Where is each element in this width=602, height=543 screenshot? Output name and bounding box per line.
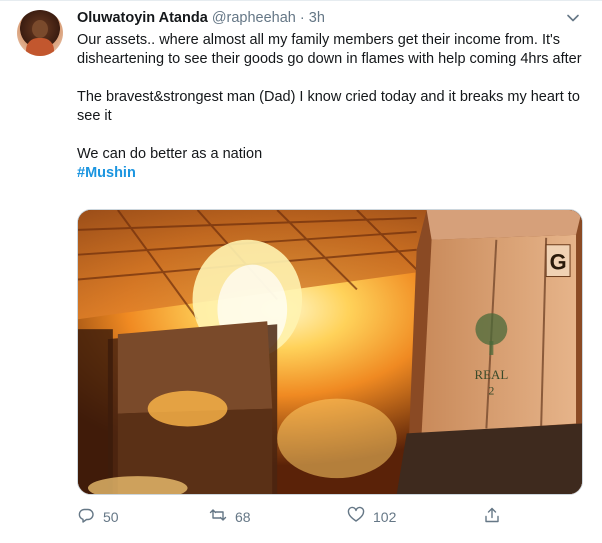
tweet-actions: 50 68 102: [77, 506, 587, 528]
tweet-paragraph-1: Our assets.. where almost all my family …: [77, 32, 582, 67]
avatar[interactable]: [17, 10, 63, 56]
reply-button[interactable]: 50: [77, 506, 119, 527]
tweet-media-photo[interactable]: G REAL 2: [77, 209, 583, 495]
chevron-down-icon[interactable]: [564, 9, 582, 27]
tweet-header: Oluwatoyin Atanda @rapheehah · 3h: [77, 10, 325, 26]
retweet-icon: [209, 506, 227, 527]
box-letter: G: [550, 250, 567, 275]
reply-count: 50: [103, 508, 119, 525]
like-count: 102: [373, 508, 397, 525]
tweet-paragraph-3: We can do better as a nation: [77, 146, 263, 162]
tweet-paragraph-2: The bravest&strongest man (Dad) I know c…: [77, 89, 580, 124]
hashtag-link[interactable]: #Mushin: [77, 164, 587, 183]
avatar-body: [26, 38, 54, 56]
box-stamp: REAL: [474, 367, 508, 382]
tweet-text: Our assets.. where almost all my family …: [77, 31, 587, 183]
fire-photo: G REAL 2: [78, 210, 582, 494]
like-button[interactable]: 102: [347, 506, 396, 527]
separator-dot: ·: [299, 10, 305, 26]
box-stamp-line2: 2: [488, 384, 494, 398]
avatar-face: [32, 20, 48, 38]
share-button[interactable]: [483, 506, 501, 527]
heart-icon: [347, 506, 365, 527]
author-name[interactable]: Oluwatoyin Atanda: [77, 10, 208, 26]
retweet-count: 68: [235, 508, 251, 525]
author-handle[interactable]: @rapheehah: [212, 10, 296, 26]
reply-icon: [77, 506, 95, 527]
share-icon: [483, 506, 501, 527]
tweet-time[interactable]: 3h: [309, 10, 325, 26]
retweet-button[interactable]: 68: [209, 506, 251, 527]
tweet-card[interactable]: Oluwatoyin Atanda @rapheehah · 3h Our as…: [0, 0, 602, 543]
